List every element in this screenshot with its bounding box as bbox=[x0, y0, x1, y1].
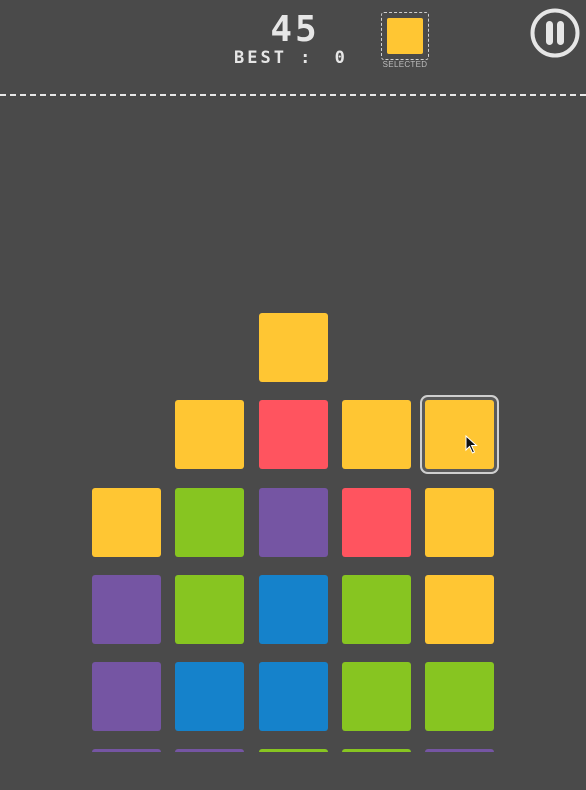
tile-yellow[interactable] bbox=[175, 400, 244, 469]
selected-label: SELECTED bbox=[382, 60, 428, 69]
tile-yellow[interactable] bbox=[92, 488, 161, 557]
tile-green[interactable] bbox=[175, 575, 244, 644]
game-screen: 45 BEST : 0 SELECTED bbox=[0, 0, 586, 790]
pause-button[interactable] bbox=[530, 8, 580, 58]
tile-purple[interactable] bbox=[175, 749, 244, 752]
tile-red[interactable] bbox=[259, 400, 328, 469]
tile-green[interactable] bbox=[342, 662, 411, 731]
selected-color-swatch bbox=[387, 18, 423, 54]
tile-purple[interactable] bbox=[259, 488, 328, 557]
best-value: 0 bbox=[334, 48, 348, 68]
score-display: 45 bbox=[270, 9, 320, 50]
tile-purple[interactable] bbox=[92, 662, 161, 731]
pause-icon bbox=[530, 8, 580, 58]
tile-blue[interactable] bbox=[259, 575, 328, 644]
best-score: BEST : 0 bbox=[234, 48, 358, 68]
tile-blue[interactable] bbox=[259, 662, 328, 731]
tile-green[interactable] bbox=[425, 662, 494, 731]
tile-red[interactable] bbox=[342, 488, 411, 557]
tile-purple[interactable] bbox=[425, 749, 494, 752]
tile-blue[interactable] bbox=[175, 662, 244, 731]
tile-yellow-selected[interactable] bbox=[425, 400, 494, 469]
tile-green[interactable] bbox=[259, 749, 328, 752]
top-divider bbox=[0, 94, 586, 96]
tile-green[interactable] bbox=[342, 749, 411, 752]
tile-purple[interactable] bbox=[92, 749, 161, 752]
selected-color-indicator bbox=[381, 12, 429, 60]
tile-yellow[interactable] bbox=[425, 488, 494, 557]
tile-green[interactable] bbox=[342, 575, 411, 644]
tile-purple[interactable] bbox=[92, 575, 161, 644]
tile-yellow[interactable] bbox=[425, 575, 494, 644]
tile-yellow[interactable] bbox=[259, 313, 328, 382]
tile-green[interactable] bbox=[175, 488, 244, 557]
best-label: BEST : bbox=[234, 48, 314, 68]
tile-yellow[interactable] bbox=[342, 400, 411, 469]
